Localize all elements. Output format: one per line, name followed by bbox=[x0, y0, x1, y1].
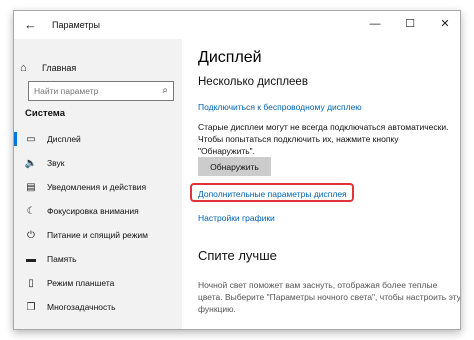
multiple-displays-heading: Несколько дисплеев bbox=[198, 76, 308, 88]
older-displays-text: Старые дисплеи могут не всегда подключат… bbox=[198, 121, 448, 157]
speaker-icon: 🔈 bbox=[24, 157, 38, 169]
home-icon: ⌂ bbox=[20, 62, 27, 74]
sidebar-item[interactable]: 🔈 Звук bbox=[14, 151, 182, 175]
sidebar-item-label: Режим планшета bbox=[47, 278, 115, 288]
night-light-line: Ночной свет поможет вам заснуть, отображ… bbox=[198, 280, 438, 290]
graphics-settings-link[interactable]: Настройки графики bbox=[198, 213, 275, 223]
older-displays-line: "Обнаружить". bbox=[198, 146, 256, 156]
window-title: Параметры bbox=[52, 20, 100, 30]
search-icon[interactable]: ⌕ bbox=[162, 85, 168, 96]
sidebar-home[interactable]: ⌂ Главная bbox=[20, 60, 76, 76]
night-light-line: функцию. bbox=[198, 304, 236, 314]
sidebar-item[interactable]: ▯ Режим планшета bbox=[14, 271, 182, 295]
minimize-button[interactable]: — bbox=[360, 15, 390, 33]
sidebar-home-label: Главная bbox=[42, 63, 77, 73]
sidebar-item-label: Многозадачность bbox=[47, 302, 116, 312]
settings-window: ← Параметры — ☐ ✕ ⌂ Главная ⌕ Система ▭ Д… bbox=[13, 10, 461, 330]
connect-wireless-display-link[interactable]: Подключиться к беспроводному дисплею bbox=[198, 102, 362, 112]
night-light-line: цвета. Выберите "Параметры ночного света… bbox=[198, 292, 461, 302]
older-displays-line: Старые дисплеи могут не всегда подключат… bbox=[198, 122, 449, 132]
power-icon: ⏻ bbox=[27, 229, 35, 241]
sidebar-item[interactable]: ❐ Многозадачность bbox=[14, 295, 182, 319]
sidebar: ⌂ Главная ⌕ Система ▭ Дисплей 🔈 Звук ▤ Уведом… bbox=[14, 39, 182, 329]
sleep-better-heading: Спите лучше bbox=[198, 248, 277, 263]
page-title: Дисплей bbox=[198, 49, 262, 66]
sidebar-item-label: Дисплей bbox=[47, 134, 81, 144]
detect-button[interactable]: Обнаружить bbox=[198, 157, 271, 176]
focus-assist-icon: ☾ bbox=[26, 205, 36, 217]
notifications-icon: ▤ bbox=[26, 181, 36, 193]
sidebar-item[interactable]: ▤ Уведомления и действия bbox=[14, 175, 182, 199]
sidebar-item-label: Звук bbox=[47, 158, 65, 168]
close-button[interactable]: ✕ bbox=[430, 15, 460, 33]
sidebar-item[interactable]: ☾ Фокусировка внимания bbox=[14, 199, 182, 223]
maximize-button[interactable]: ☐ bbox=[395, 15, 425, 33]
advanced-display-settings-link[interactable]: Дополнительные параметры дисплея bbox=[198, 189, 347, 199]
multitasking-icon: ❐ bbox=[26, 301, 36, 313]
title-bar: ← Параметры — ☐ ✕ bbox=[14, 11, 460, 39]
search-box: ⌕ bbox=[28, 81, 174, 101]
sidebar-item[interactable]: ▭ Дисплей bbox=[14, 127, 182, 151]
night-light-text: Ночной свет поможет вам заснуть, отображ… bbox=[198, 279, 461, 315]
selection-indicator bbox=[14, 132, 17, 146]
display-icon: ▭ bbox=[26, 133, 36, 145]
sidebar-item-label: Питание и спящий режим bbox=[47, 230, 148, 240]
sidebar-item[interactable]: ▬ Память bbox=[14, 247, 182, 271]
tablet-mode-icon: ▯ bbox=[28, 277, 34, 289]
main-content: Дисплей Несколько дисплеев Подключиться … bbox=[182, 39, 461, 329]
search-input[interactable] bbox=[29, 82, 152, 100]
sidebar-item-label: Фокусировка внимания bbox=[47, 206, 139, 216]
section-title: Система bbox=[25, 108, 65, 119]
sidebar-item-label: Память bbox=[47, 254, 77, 264]
sidebar-item-label: Уведомления и действия bbox=[47, 182, 147, 192]
back-arrow-icon[interactable]: ← bbox=[24, 17, 37, 32]
older-displays-line: Чтобы попытаться подключить их, нажмите … bbox=[198, 134, 399, 144]
storage-icon: ▬ bbox=[26, 253, 36, 265]
sidebar-item[interactable]: ⏻ Питание и спящий режим bbox=[14, 223, 182, 247]
sidebar-nav: ▭ Дисплей 🔈 Звук ▤ Уведомления и действия ☾ Фок… bbox=[14, 127, 182, 319]
